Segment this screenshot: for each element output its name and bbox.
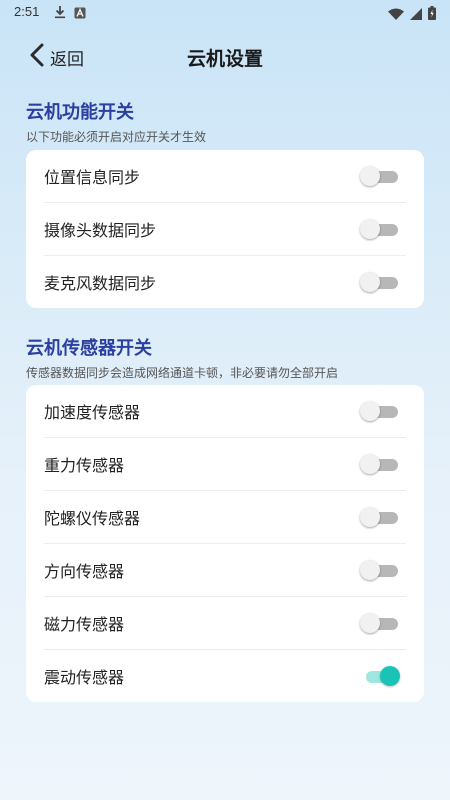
gravity-toggle[interactable]	[360, 453, 400, 475]
setting-label: 磁力传感器	[44, 615, 125, 634]
battery-icon	[428, 5, 436, 24]
title-bar: 返回 云机设置	[0, 36, 450, 76]
toggle-thumb	[360, 401, 380, 421]
orientation-toggle[interactable]	[360, 559, 400, 581]
setting-label: 震动传感器	[44, 668, 125, 687]
status-time: 2:51	[14, 4, 40, 19]
toggle-thumb	[360, 507, 380, 527]
setting-row-vibration: 震动传感器	[44, 649, 406, 702]
setting-label: 摄像头数据同步	[44, 221, 157, 240]
function-switch-card: 位置信息同步 摄像头数据同步 麦克风数据同步	[26, 150, 424, 308]
magnetometer-toggle[interactable]	[360, 612, 400, 634]
status-left-icons	[54, 4, 86, 23]
page-title: 云机设置	[186, 48, 263, 70]
setting-row-location-sync: 位置信息同步	[44, 150, 406, 202]
setting-label: 麦克风数据同步	[44, 274, 157, 293]
accelerometer-toggle[interactable]	[360, 400, 400, 422]
setting-label: 方向传感器	[44, 562, 125, 581]
camera-sync-toggle[interactable]	[360, 218, 400, 240]
setting-row-gyroscope: 陀螺仪传感器	[44, 490, 406, 543]
setting-row-magnetometer: 磁力传感器	[44, 596, 406, 649]
setting-row-microphone-sync: 麦克风数据同步	[44, 255, 406, 308]
download-icon	[54, 4, 66, 23]
sensor-switch-card: 加速度传感器 重力传感器 陀螺仪传感器 方向传感器 磁力传感器 震动传感器	[26, 385, 424, 702]
gyroscope-toggle[interactable]	[360, 506, 400, 528]
setting-row-accelerometer: 加速度传感器	[44, 385, 406, 437]
section-title-function: 云机功能开关	[26, 102, 134, 123]
toggle-thumb	[360, 560, 380, 580]
setting-label: 陀螺仪传感器	[44, 509, 141, 528]
section-desc-function: 以下功能必须开启对应开关才生效	[26, 130, 207, 144]
location-sync-toggle[interactable]	[360, 165, 400, 187]
toggle-thumb	[360, 219, 380, 239]
setting-row-orientation: 方向传感器	[44, 543, 406, 596]
microphone-sync-toggle[interactable]	[360, 271, 400, 293]
setting-label: 位置信息同步	[44, 168, 141, 187]
status-right-icons	[388, 5, 436, 24]
toggle-thumb	[360, 613, 380, 633]
a-square-icon	[74, 4, 86, 23]
toggle-thumb	[360, 166, 380, 186]
toggle-thumb	[380, 666, 400, 686]
section-desc-sensor: 传感器数据同步会造成网络通道卡顿，非必要请勿全部开启	[26, 366, 339, 380]
setting-row-camera-sync: 摄像头数据同步	[44, 202, 406, 255]
setting-label: 重力传感器	[44, 456, 125, 475]
setting-row-gravity: 重力传感器	[44, 437, 406, 490]
toggle-thumb	[360, 272, 380, 292]
toggle-thumb	[360, 454, 380, 474]
status-bar: 2:51	[0, 0, 450, 24]
vibration-toggle[interactable]	[360, 665, 400, 687]
signal-icon	[410, 5, 422, 24]
wifi-icon	[388, 5, 404, 24]
section-title-sensor: 云机传感器开关	[26, 338, 152, 359]
setting-label: 加速度传感器	[44, 403, 141, 422]
